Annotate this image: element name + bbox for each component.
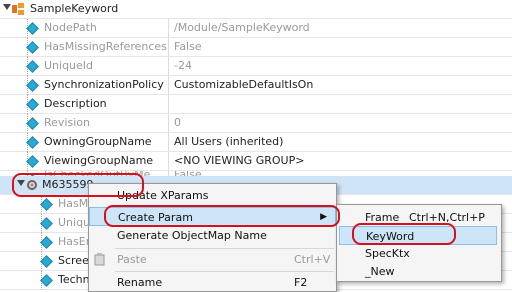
- property-row-viewinggroupname[interactable]: ViewingGroupName <NO VIEWING GROUP>: [0, 152, 512, 171]
- property-value[interactable]: 0: [168, 114, 181, 132]
- property-value[interactable]: [168, 95, 174, 113]
- property-name: OwningGroupName: [44, 135, 152, 148]
- submenu-item-new[interactable]: _New: [337, 262, 501, 281]
- submenu-item-specktx[interactable]: SpecKtx: [337, 244, 501, 263]
- property-row-description[interactable]: Description: [0, 95, 512, 114]
- menu-item-generate-objectmap-name[interactable]: Generate ObjectMap Name: [89, 226, 336, 245]
- property-value[interactable]: False: [168, 38, 202, 56]
- property-value[interactable]: -24: [168, 57, 192, 75]
- property-value[interactable]: /Module/SampleKeyword: [168, 19, 310, 37]
- menu-item-paste[interactable]: Paste Ctrl+V: [89, 250, 336, 269]
- property-value[interactable]: All Users (inherited): [168, 133, 283, 151]
- property-name: SynchronizationPolicy: [44, 78, 164, 91]
- property-row-hasmissingreferences[interactable]: HasMissingReferences False: [0, 38, 512, 57]
- property-row-nodepath[interactable]: NodePath /Module/SampleKeyword: [0, 19, 512, 38]
- annotation-highlight-create-param: [104, 205, 340, 227]
- property-name: HasM: [58, 197, 89, 210]
- property-row-owninggroupname[interactable]: OwningGroupName All Users (inherited): [0, 133, 512, 152]
- property-name: Techn: [58, 273, 90, 286]
- property-value[interactable]: CustomizableDefaultIsOn: [168, 76, 313, 94]
- tree-root-row[interactable]: SampleKeyword: [0, 0, 512, 19]
- property-row-uniqueid[interactable]: UniqueId -24: [0, 57, 512, 76]
- property-name: UniqueId: [44, 59, 94, 72]
- property-row-revision[interactable]: Revision 0: [0, 114, 512, 133]
- annotation-highlight-child: [12, 173, 144, 197]
- property-value[interactable]: <NO VIEWING GROUP>: [168, 152, 304, 170]
- menu-item-rename[interactable]: Rename F2: [89, 273, 336, 292]
- property-row-synchronizationpolicy[interactable]: SynchronizationPolicy CustomizableDefaul…: [0, 76, 512, 95]
- annotation-highlight-keyword: [352, 223, 456, 245]
- property-name: Description: [44, 97, 107, 110]
- property-name: Revision: [44, 116, 90, 129]
- paste-icon: [94, 253, 105, 266]
- property-name: ViewingGroupName: [44, 154, 154, 167]
- expand-arrow-icon[interactable]: [3, 4, 11, 10]
- context-menu: Update XParams Create Param ▶ Generate O…: [88, 183, 337, 292]
- keyword-node-icon: [12, 3, 24, 15]
- property-name: HasMissingReferences: [44, 40, 167, 53]
- property-name: NodePath: [44, 21, 97, 34]
- tree-root-label: SampleKeyword: [30, 2, 119, 15]
- property-name: Uniqu: [58, 216, 91, 229]
- property-name: HasEr: [58, 235, 91, 248]
